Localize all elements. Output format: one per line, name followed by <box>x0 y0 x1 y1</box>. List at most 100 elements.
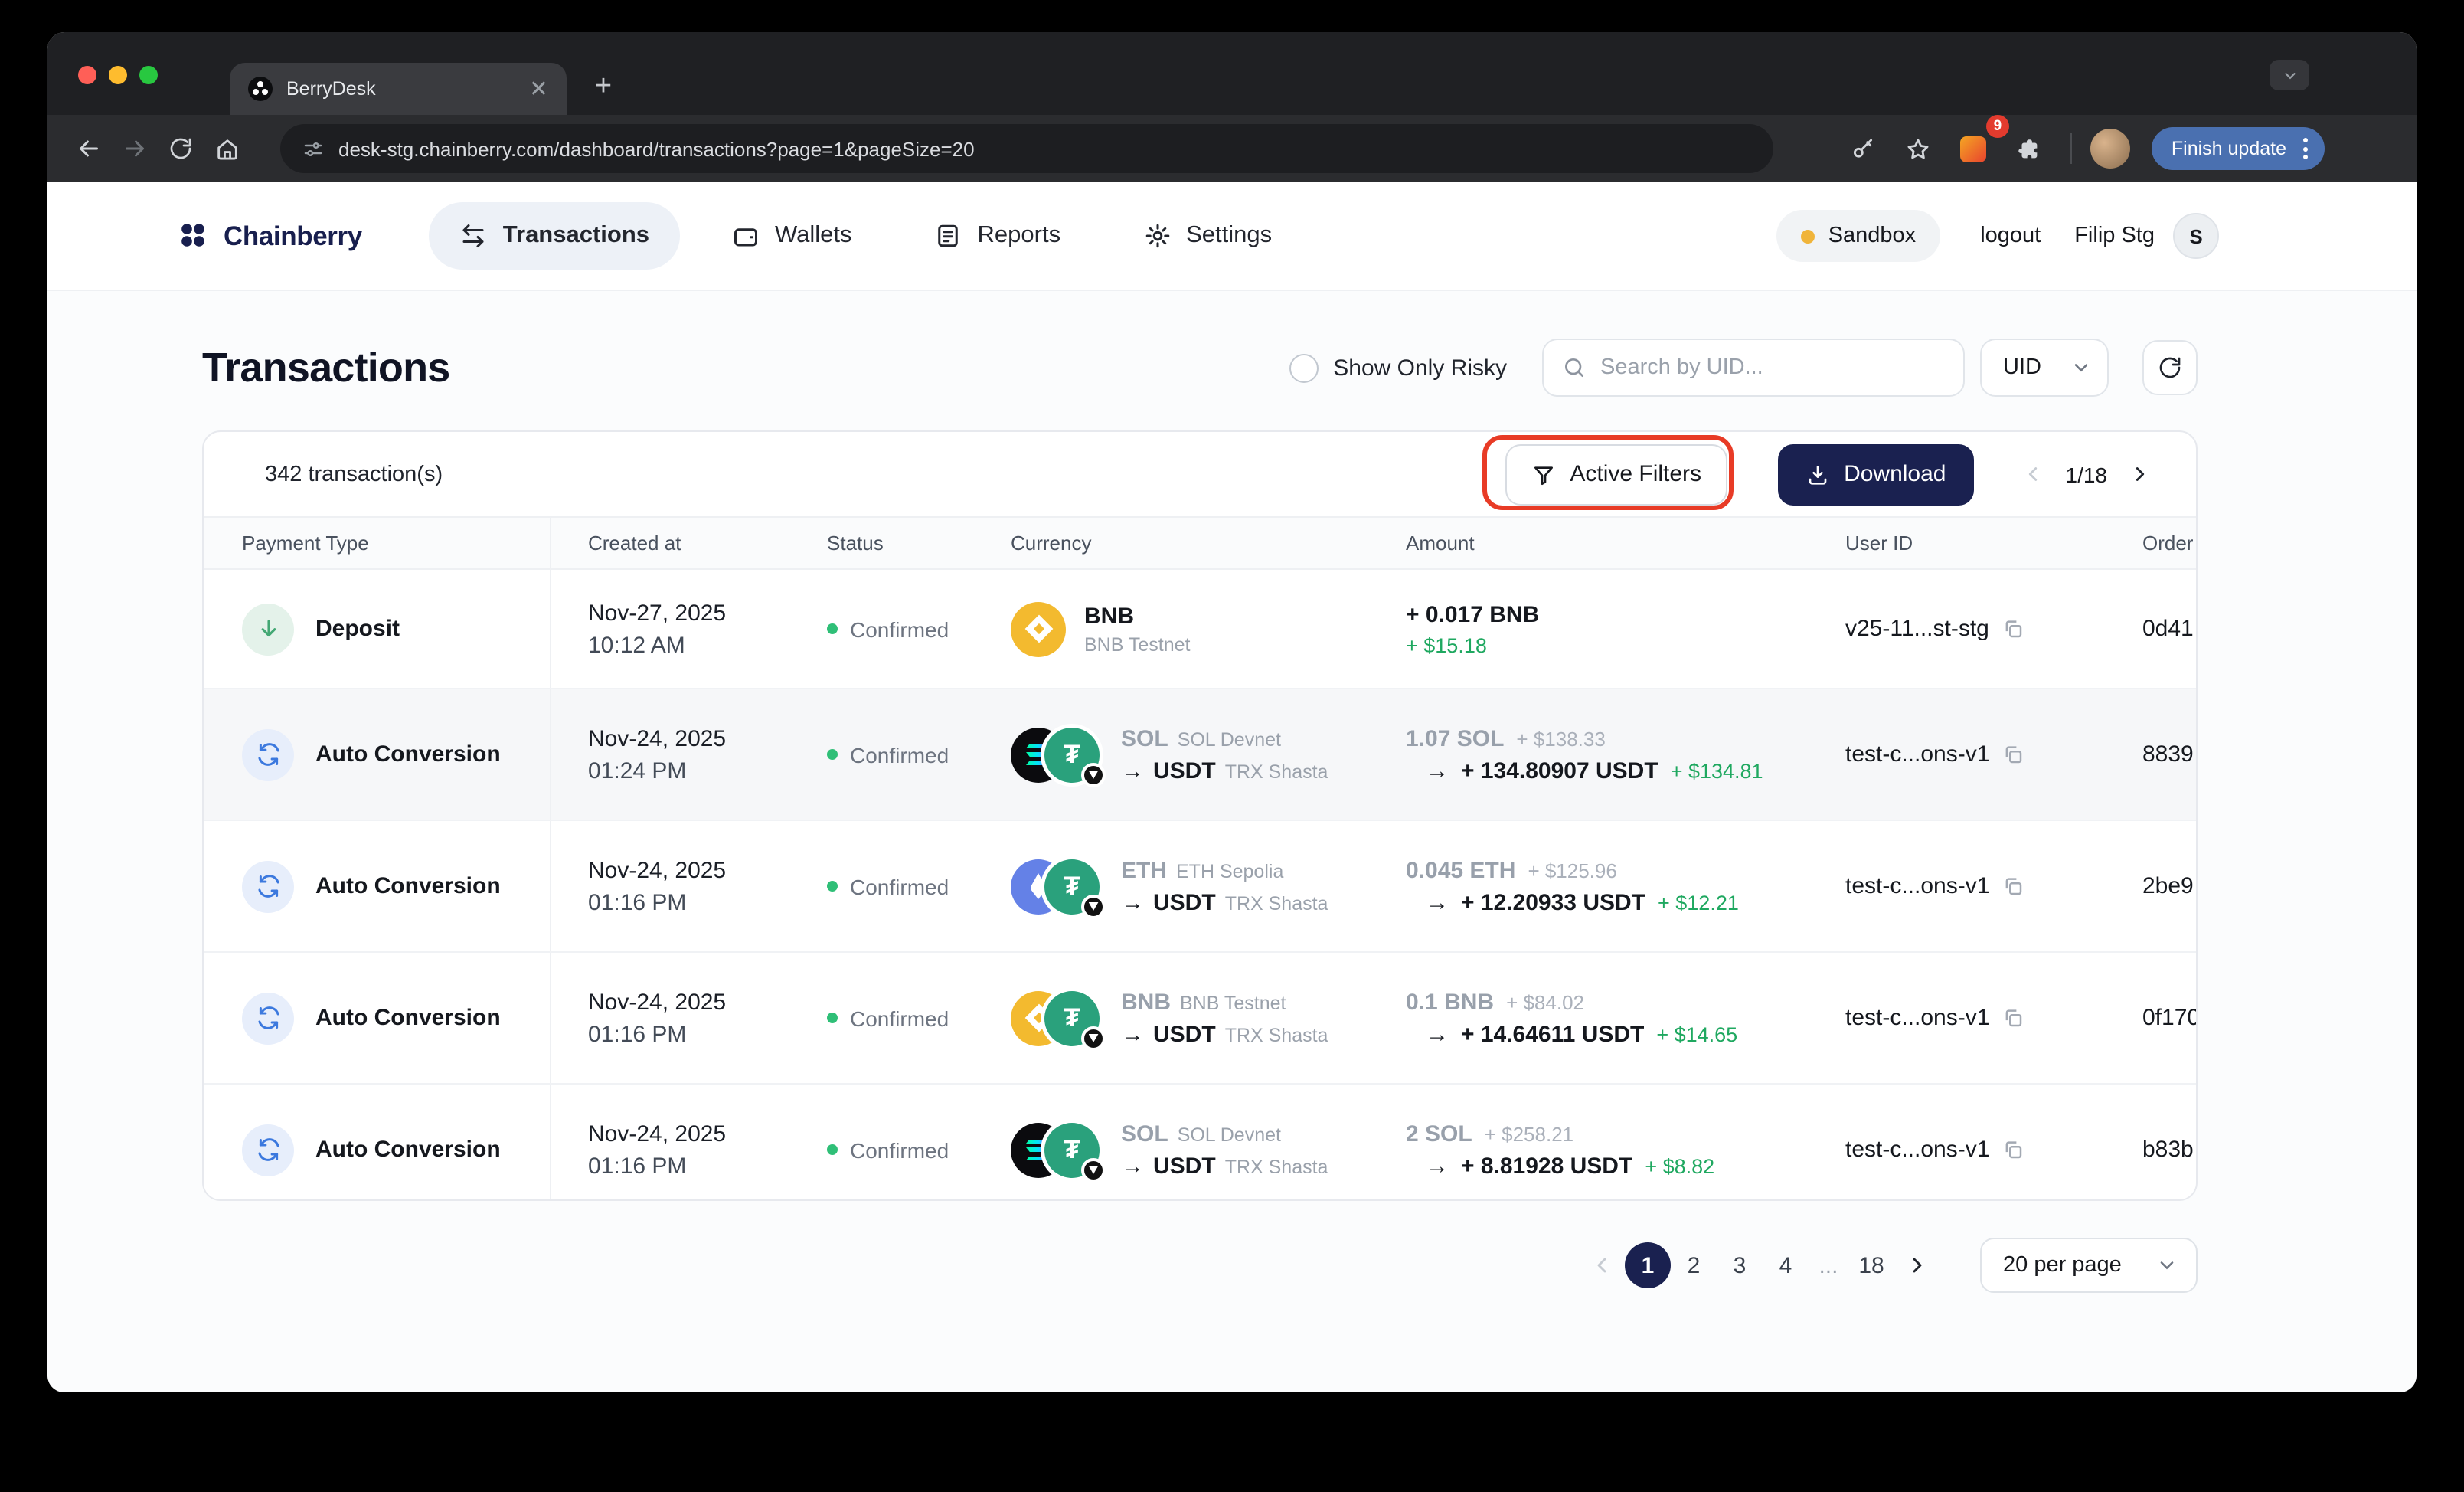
extensions-puzzle-icon[interactable] <box>2006 126 2052 172</box>
user-id-cell: v25-11...st-stg <box>1845 616 2142 642</box>
table-row[interactable]: Auto Conversion Nov-24, 2025 01:24 PM Confi… <box>204 689 2196 821</box>
browser-tab[interactable]: BerryDesk ✕ <box>230 63 567 115</box>
nav-item-reports[interactable]: Reports <box>904 202 1092 270</box>
main-nav: Transactions Wallets Reports Settings <box>429 202 1302 270</box>
page-number-4[interactable]: 4 <box>1763 1242 1809 1288</box>
next-page-chevron-icon[interactable] <box>2119 454 2159 494</box>
site-settings-icon[interactable] <box>302 137 325 160</box>
back-icon[interactable] <box>66 126 112 172</box>
search-input[interactable]: Search by UID... <box>1542 339 1965 397</box>
copy-icon[interactable] <box>2002 1138 2024 1161</box>
search-icon <box>1564 358 1583 377</box>
bookmark-star-icon[interactable] <box>1896 126 1942 172</box>
page-number-2[interactable]: 2 <box>1671 1242 1717 1288</box>
show-only-risky-checkbox[interactable] <box>1289 353 1319 382</box>
table-row[interactable]: Auto Conversion Nov-24, 2025 01:16 PM Confi… <box>204 821 2196 953</box>
to-amount: + 134.80907 USDT <box>1461 757 1658 784</box>
prev-page-chevron-icon[interactable] <box>1579 1242 1625 1288</box>
zoom-window-button[interactable] <box>139 66 158 84</box>
user-id: test-c...ons-v1 <box>1845 741 1990 767</box>
from-coin-symbol: SOL <box>1121 725 1168 751</box>
page-number-3[interactable]: 3 <box>1717 1242 1763 1288</box>
environment-badge: Sandbox <box>1776 210 1941 262</box>
coin-network: BNB Testnet <box>1084 633 1191 655</box>
show-only-risky-toggle[interactable]: Show Only Risky <box>1289 353 1507 382</box>
copy-icon[interactable] <box>2002 875 2024 898</box>
search-field-select[interactable]: UID <box>1980 339 2109 397</box>
to-coin-network: TRX Shasta <box>1224 892 1328 914</box>
filter-funnel-icon <box>1534 466 1554 485</box>
copy-icon[interactable] <box>2002 617 2024 640</box>
user-id-cell: test-c...ons-v1 <box>1845 1137 2142 1163</box>
forward-icon[interactable] <box>112 126 158 172</box>
conversion-icons: ₮ <box>1011 724 1106 787</box>
reload-icon[interactable] <box>158 126 204 172</box>
payment-type-cell: Auto Conversion <box>242 689 551 820</box>
status-dot-icon <box>827 1013 838 1023</box>
arrow-right-icon: → <box>1121 1153 1144 1179</box>
passwords-key-icon[interactable] <box>1841 126 1887 172</box>
created-at-cell: Nov-24, 2025 01:24 PM <box>551 725 827 784</box>
status-cell: Confirmed <box>827 617 1011 641</box>
logout-link[interactable]: logout <box>1980 224 2041 248</box>
refresh-icon <box>2159 357 2181 378</box>
created-time: 01:24 PM <box>588 757 687 784</box>
page-indicator: 1/18 <box>2065 462 2108 486</box>
minimize-window-button[interactable] <box>109 66 127 84</box>
status-label: Confirmed <box>850 1006 949 1030</box>
status-label: Confirmed <box>850 742 949 767</box>
nav-item-settings[interactable]: Settings <box>1113 202 1302 270</box>
toolbar-divider <box>2070 133 2072 164</box>
transaction-count: 342 transaction(s) <box>265 462 443 486</box>
table-row[interactable]: Auto Conversion Nov-24, 2025 01:16 PM Confi… <box>204 953 2196 1085</box>
active-filters-button[interactable]: Active Filters <box>1505 443 1728 505</box>
finish-update-button[interactable]: Finish update <box>2151 127 2325 170</box>
sandbox-dot-icon <box>1800 229 1815 243</box>
from-coin-network: SOL Devnet <box>1177 728 1281 750</box>
prev-page-chevron-icon[interactable] <box>2014 454 2054 494</box>
status-label: Confirmed <box>850 1137 949 1162</box>
page-number-1[interactable]: 1 <box>1625 1242 1671 1288</box>
order-id-cell: 8839 <box>2142 741 2194 767</box>
refresh-button[interactable] <box>2142 340 2198 395</box>
profile-avatar[interactable] <box>2090 129 2130 169</box>
nav-item-wallets[interactable]: Wallets <box>701 202 883 270</box>
tab-search-chevron-icon[interactable] <box>2270 60 2309 90</box>
order-id-cell: 0f170 <box>2142 1005 2198 1031</box>
table-header: Payment Type Created at Status Currency … <box>204 516 2196 570</box>
usdt-icon: ₮ <box>1044 727 1106 787</box>
browser-window: BerryDesk ✕ + desk-stg.chainberry.com/da… <box>47 32 2417 1392</box>
desktop: BerryDesk ✕ + desk-stg.chainberry.com/da… <box>0 0 2464 1492</box>
copy-icon[interactable] <box>2002 743 2024 766</box>
transactions-card: 342 transaction(s) Active Filters Downlo… <box>202 430 2198 1201</box>
to-amount: + 8.81928 USDT <box>1461 1153 1633 1179</box>
table-row[interactable]: Deposit Nov-27, 2025 10:12 AM Confirmed BNB B… <box>204 570 2196 689</box>
brand[interactable]: Chainberry <box>176 219 362 253</box>
page-controls: Show Only Risky Search by UID... UID <box>1289 339 2198 397</box>
table-row[interactable]: Auto Conversion Nov-24, 2025 01:16 PM Confi… <box>204 1085 2196 1199</box>
created-at-cell: Nov-24, 2025 01:16 PM <box>551 1121 827 1179</box>
amount-usd: + $15.18 <box>1406 633 1487 656</box>
user-name: Filip Stg <box>2074 224 2155 248</box>
browser-menu-kebab-icon[interactable] <box>2299 138 2312 159</box>
created-date: Nov-24, 2025 <box>588 1121 727 1147</box>
download-button[interactable]: Download <box>1778 443 1974 505</box>
page-number-18[interactable]: 18 <box>1848 1242 1894 1288</box>
to-coin-network: TRX Shasta <box>1224 1024 1328 1045</box>
next-page-chevron-icon[interactable] <box>1894 1242 1940 1288</box>
extension-icon[interactable]: 9 <box>1951 115 2009 172</box>
nav-item-transactions[interactable]: Transactions <box>429 202 681 270</box>
new-tab-button[interactable]: + <box>582 66 625 109</box>
url-bar[interactable]: desk-stg.chainberry.com/dashboard/transa… <box>280 124 1773 173</box>
per-page-select[interactable]: 20 per page <box>1980 1238 2198 1293</box>
user-avatar[interactable]: S <box>2173 213 2219 259</box>
wallet-icon <box>734 228 758 247</box>
to-amount-usd: + $134.81 <box>1670 759 1763 782</box>
copy-icon[interactable] <box>2002 1006 2024 1029</box>
from-amount-usd: + $125.96 <box>1528 859 1617 882</box>
home-icon[interactable] <box>204 126 250 172</box>
tab-close-icon[interactable]: ✕ <box>526 74 551 103</box>
close-window-button[interactable] <box>78 66 96 84</box>
status-dot-icon <box>827 749 838 760</box>
brand-name: Chainberry <box>224 220 362 250</box>
